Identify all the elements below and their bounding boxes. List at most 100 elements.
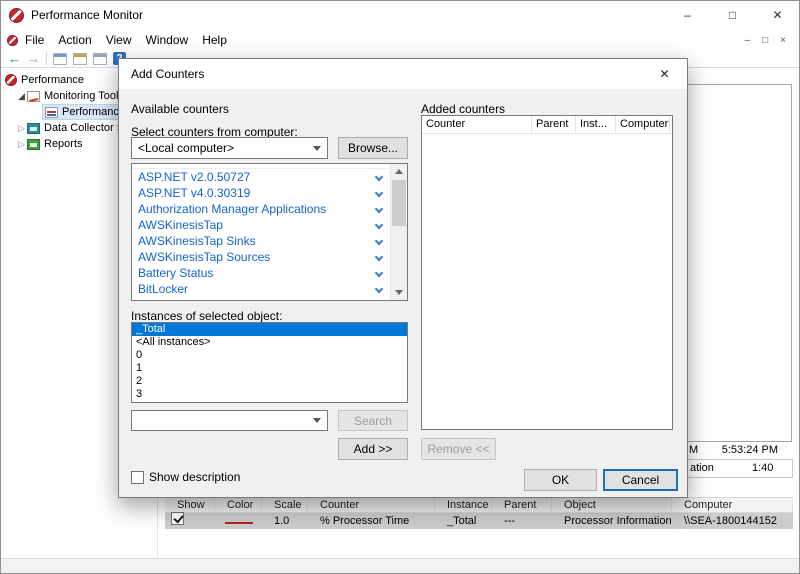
forward-icon[interactable]: →	[27, 52, 40, 65]
added-col-parent[interactable]: Parent	[532, 116, 576, 133]
added-col-counter[interactable]: Counter	[422, 116, 532, 133]
dialog-title: Add Counters	[131, 67, 204, 81]
chevron-down-icon[interactable]	[375, 285, 383, 293]
search-button-label: Search	[354, 414, 392, 428]
chevron-down-icon[interactable]	[375, 205, 383, 213]
remove-button-label: Remove <<	[427, 442, 489, 456]
menu-action[interactable]: Action	[51, 31, 98, 49]
col-show[interactable]: Show	[165, 498, 215, 512]
chevron-down-icon[interactable]	[375, 253, 383, 261]
counter-label: ASP.NET v2.0.50727	[138, 170, 250, 184]
instance-item[interactable]: 0	[132, 349, 407, 362]
expand-icon[interactable]	[16, 139, 27, 150]
properties-icon[interactable]	[93, 53, 107, 65]
chevron-down-icon[interactable]	[375, 269, 383, 277]
show-cell	[165, 512, 215, 530]
scroll-down-icon[interactable]	[391, 285, 407, 300]
counter-label: AWSKinesisTap Sources	[138, 250, 270, 264]
chevron-down-icon[interactable]	[375, 189, 383, 197]
instance-item[interactable]: 3	[132, 388, 407, 401]
time-axis-label-partial: M	[689, 444, 698, 456]
computer-combobox[interactable]: <Local computer>	[131, 137, 328, 159]
col-object[interactable]: Object	[552, 498, 672, 512]
browse-button[interactable]: Browse...	[338, 137, 408, 159]
ok-button[interactable]: OK	[524, 469, 597, 491]
counter-label: BitLocker	[138, 282, 188, 296]
status-bar	[0, 558, 800, 574]
counter-row[interactable]: AWSKinesisTap Sources	[132, 249, 390, 265]
tree-item-label: Monitoring Tools	[44, 90, 124, 102]
close-button[interactable]: ✕	[755, 0, 800, 30]
console-tree-icon[interactable]	[53, 53, 67, 65]
menu-bar: File Action View Window Help – □ ×	[0, 30, 800, 50]
show-checkbox[interactable]	[171, 512, 184, 525]
counter-row[interactable]: BitLocker	[132, 281, 390, 297]
tree-item-reports[interactable]: Reports	[16, 136, 83, 152]
scroll-up-icon[interactable]	[391, 164, 407, 179]
instances-list[interactable]: _Total <All instances> 0 1 2 3	[131, 322, 408, 403]
mdi-close-button[interactable]: ×	[780, 35, 786, 46]
window-controls: – □ ✕	[665, 0, 800, 30]
scrollbar[interactable]	[390, 164, 407, 300]
menu-help[interactable]: Help	[195, 31, 234, 49]
back-icon[interactable]: ←	[8, 52, 21, 65]
menu-view[interactable]: View	[99, 31, 139, 49]
available-counters-label: Available counters	[131, 102, 229, 116]
instance-item[interactable]: 1	[132, 362, 407, 375]
chevron-down-icon[interactable]	[375, 173, 383, 181]
collapse-icon[interactable]	[16, 91, 27, 102]
scrollbar-thumb[interactable]	[392, 180, 406, 226]
remove-button[interactable]: Remove <<	[421, 438, 496, 460]
counter-row[interactable]: Authorization Manager Applications	[132, 201, 390, 217]
add-button[interactable]: Add >>	[338, 438, 408, 460]
expand-icon[interactable]	[16, 123, 27, 134]
counter-row[interactable]: Battery Status	[132, 265, 390, 281]
counter-cell: % Processor Time	[308, 513, 435, 529]
time-axis-label: 5:53:24 PM	[713, 444, 778, 456]
added-counters-table[interactable]: Counter Parent Inst... Computer	[421, 115, 673, 430]
cancel-button[interactable]: Cancel	[603, 469, 678, 491]
col-parent[interactable]: Parent	[492, 498, 552, 512]
menu-file[interactable]: File	[18, 31, 51, 49]
tree-item-label: Performance	[21, 74, 84, 86]
tree-item-monitoring-tools[interactable]: Monitoring Tools	[16, 88, 124, 104]
available-counters-list[interactable]: ASP.NET v2.0.50727 ASP.NET v4.0.30319 Au…	[131, 163, 408, 301]
chevron-down-icon[interactable]	[375, 221, 383, 229]
mdi-minimize-button[interactable]: –	[745, 35, 751, 46]
instance-item[interactable]: 2	[132, 375, 407, 388]
data-collector-sets-icon	[27, 123, 40, 134]
export-icon[interactable]	[73, 53, 87, 65]
legend-row[interactable]: 1.0 % Processor Time _Total --- Processo…	[165, 513, 793, 529]
parent-cell: ---	[492, 513, 552, 529]
counter-row[interactable]: ASP.NET v4.0.30319	[132, 185, 390, 201]
scale-cell: 1.0	[262, 513, 308, 529]
counter-row[interactable]: AWSKinesisTap Sinks	[132, 233, 390, 249]
show-description-label: Show description	[149, 470, 240, 484]
added-col-inst[interactable]: Inst...	[576, 116, 616, 133]
instance-item[interactable]: <All instances>	[132, 336, 407, 349]
chevron-down-icon[interactable]	[313, 146, 321, 151]
col-color[interactable]: Color	[215, 498, 262, 512]
chevron-down-icon[interactable]	[375, 237, 383, 245]
maximize-button[interactable]: □	[710, 0, 755, 30]
instance-item-selected[interactable]: _Total	[132, 323, 407, 336]
search-button[interactable]: Search	[338, 410, 408, 431]
menu-window[interactable]: Window	[139, 31, 196, 49]
performance-monitor-icon	[45, 107, 58, 118]
col-computer[interactable]: Computer	[672, 498, 793, 512]
minimize-button[interactable]: –	[665, 0, 710, 30]
mdi-restore-button[interactable]: □	[762, 35, 768, 46]
col-counter[interactable]: Counter	[308, 498, 435, 512]
instance-search-input[interactable]	[131, 410, 328, 431]
chevron-down-icon[interactable]	[313, 418, 321, 423]
col-instance[interactable]: Instance	[435, 498, 492, 512]
counter-label: ASP.NET v4.0.30319	[138, 186, 250, 200]
counter-row[interactable]: ASP.NET v2.0.50727	[132, 169, 390, 185]
tree-item-performance[interactable]: Performance	[5, 72, 84, 88]
col-scale[interactable]: Scale	[262, 498, 308, 512]
dialog-close-button[interactable]: ✕	[642, 59, 687, 89]
counter-row[interactable]: AWSKinesisTap	[132, 217, 390, 233]
show-description-checkbox[interactable]	[131, 471, 144, 484]
show-description-row[interactable]: Show description	[131, 470, 240, 484]
added-col-computer[interactable]: Computer	[616, 116, 670, 133]
